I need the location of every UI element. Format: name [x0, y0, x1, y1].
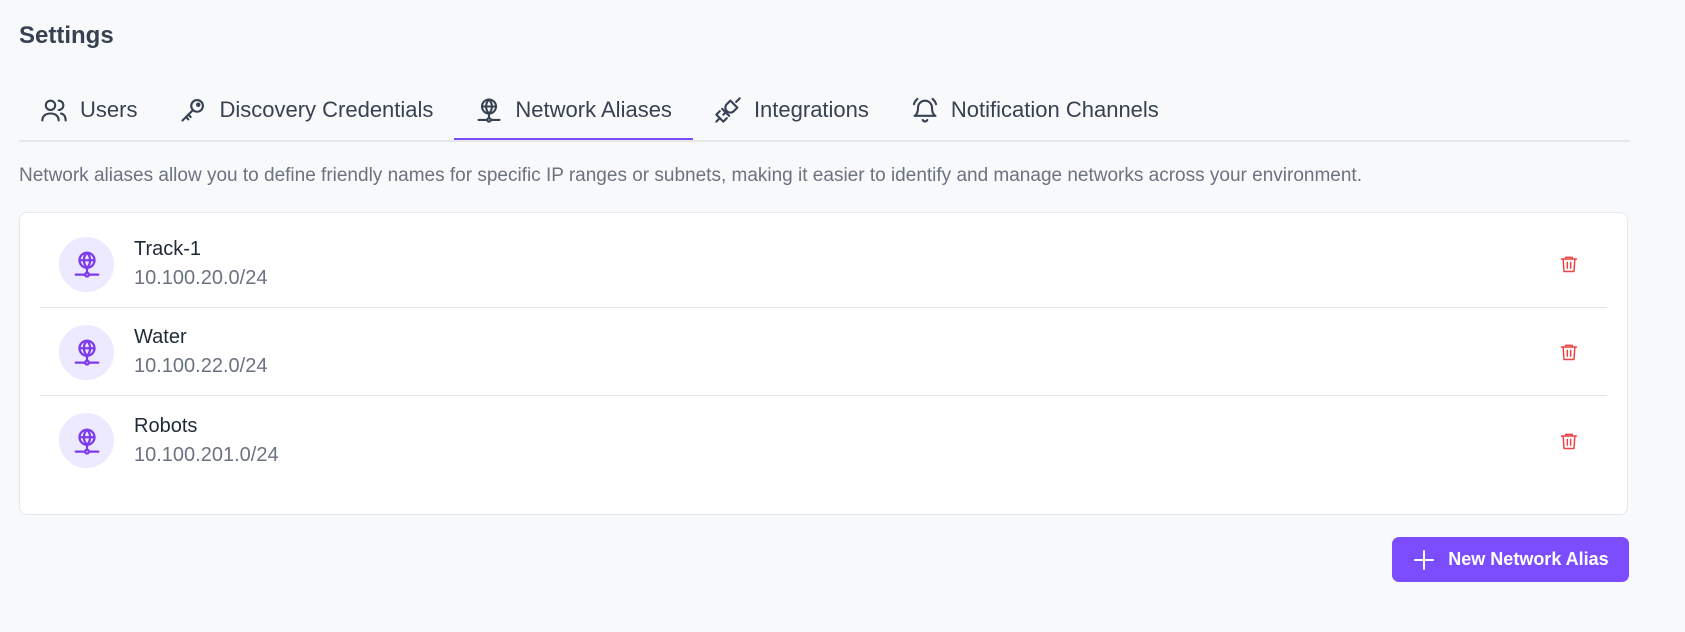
trash-icon: [1560, 256, 1578, 273]
network-globe-icon: [477, 98, 501, 123]
tab-integrations[interactable]: Integrations: [693, 82, 890, 138]
settings-tabs: Users Discovery Credentials Network Alia…: [19, 82, 1630, 142]
delete-button[interactable]: [1557, 340, 1581, 364]
bell-ring-icon: [912, 97, 938, 123]
trash-icon: [1560, 433, 1578, 449]
key-icon: [181, 99, 205, 122]
list-item: Track-1 10.100.20.0/24: [40, 221, 1607, 308]
avatar: [59, 236, 114, 292]
plus-icon: [1414, 549, 1435, 570]
users-icon: [41, 99, 67, 122]
alias-name: Robots: [134, 414, 198, 437]
alias-name: Track-1: [134, 238, 202, 260]
new-network-alias-button[interactable]: New Network Alias: [1392, 537, 1629, 582]
tab-network-aliases[interactable]: Network Aliases: [454, 82, 693, 140]
delete-button[interactable]: [1557, 252, 1581, 276]
tab-label: Users: [80, 97, 138, 122]
avatar: [59, 324, 114, 380]
alias-name: Water: [134, 326, 187, 348]
page-title: Settings: [19, 22, 114, 49]
tab-users[interactable]: Users: [19, 82, 158, 138]
network-globe-icon: [74, 428, 99, 455]
trash-icon: [1560, 344, 1578, 361]
section-description: Network aliases allow you to define frie…: [19, 165, 1362, 186]
new-network-alias-label: New Network Alias: [1448, 549, 1609, 569]
tab-notification-channels[interactable]: Notification Channels: [890, 82, 1180, 138]
plug-icon: [715, 97, 741, 123]
alias-cidr: 10.100.20.0/24: [134, 267, 268, 289]
tab-label: Integrations: [753, 97, 869, 122]
network-globe-icon: [74, 339, 99, 366]
network-globe-icon: [74, 251, 99, 278]
tab-label: Discovery Credentials: [219, 97, 434, 122]
list-item: Robots 10.100.201.0/24: [40, 397, 1607, 484]
list-item: Water 10.100.22.0/24: [40, 309, 1607, 396]
avatar: [59, 413, 114, 468]
delete-button[interactable]: [1557, 429, 1581, 453]
network-alias-list: Track-1 10.100.20.0/24 Water 10.100.22.0…: [19, 212, 1628, 515]
tab-label: Notification Channels: [950, 97, 1159, 122]
alias-cidr: 10.100.201.0/24: [134, 443, 279, 466]
alias-cidr: 10.100.22.0/24: [134, 355, 268, 377]
tab-discovery-credentials[interactable]: Discovery Credentials: [158, 82, 454, 138]
tab-label: Network Aliases: [515, 97, 672, 122]
